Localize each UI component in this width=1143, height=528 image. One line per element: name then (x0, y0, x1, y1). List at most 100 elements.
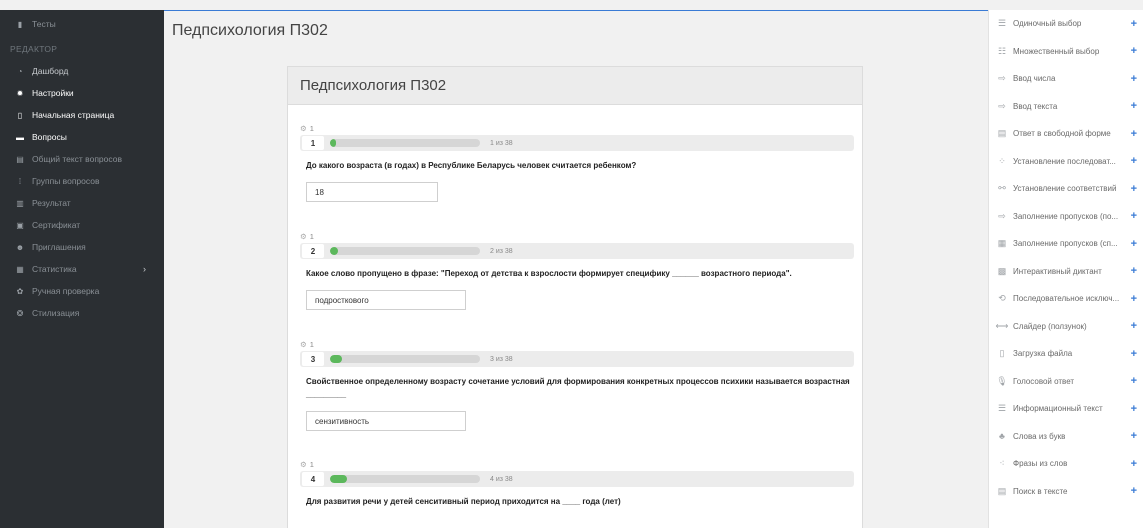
sidebar: ▮ Тесты РЕДАКТОР ◔ Дашборд ✹ Настройки ▯… (0, 10, 164, 528)
plus-icon[interactable]: + (1131, 458, 1137, 470)
sidebar-item-result[interactable]: ▥ Результат (0, 192, 164, 214)
sidebar-section-editor: РЕДАКТОР (10, 44, 58, 54)
match-icon: ⚯ (998, 183, 1006, 194)
question-of-total: 4 из 38 (490, 475, 513, 483)
question-number: 1 (302, 136, 324, 150)
page-icon: ▯ (17, 110, 23, 120)
letters-icon: ♣ (999, 431, 1005, 442)
question-text: Для развития речи у детей сенситивный пе… (306, 497, 621, 506)
add-fill-gaps[interactable]: ⇨ Заполнение пропусков (по... + (989, 203, 1143, 231)
add-exclusion[interactable]: ⟲ Последовательное исключ... + (989, 285, 1143, 313)
add-text-input[interactable]: ⇨ Ввод текста + (989, 93, 1143, 121)
add-phrases[interactable]: ⁖ Фразы из слов + (989, 450, 1143, 478)
question-progress (330, 475, 480, 483)
points-icon: ⚙ (300, 123, 307, 133)
add-fill-gaps-list[interactable]: ▦ Заполнение пропусков (сп... + (989, 230, 1143, 258)
plus-icon[interactable]: + (1131, 183, 1137, 195)
sequence-icon: ⁘ (998, 155, 1006, 166)
plus-icon[interactable]: + (1131, 155, 1137, 167)
question-progress (330, 247, 480, 255)
sidebar-item-invitations[interactable]: ☻ Приглашения (0, 236, 164, 258)
sidebar-item-common-text[interactable]: ▤ Общий текст вопросов (0, 148, 164, 170)
add-sequence[interactable]: ⁘ Установление последоват... + (989, 148, 1143, 176)
sidebar-item-tests[interactable]: ▮ Тесты (0, 10, 164, 38)
dashboard-icon: ◔ (17, 66, 23, 76)
question-of-total: 2 из 38 (490, 247, 513, 255)
add-number-input[interactable]: ⇨ Ввод числа + (989, 65, 1143, 93)
plus-icon[interactable]: + (1131, 100, 1137, 112)
plus-icon[interactable]: + (1131, 485, 1137, 497)
question-block: ⚙ 1 3 3 из 38 Свойственное определенному … (300, 337, 854, 431)
add-info-text[interactable]: ☰ Информационный текст + (989, 395, 1143, 423)
add-single-choice[interactable]: ☰ Одиночный выбор + (989, 10, 1143, 38)
fill-gaps-list-icon: ▦ (997, 238, 1007, 249)
sidebar-item-label: Статистика (32, 264, 77, 274)
plus-icon[interactable]: + (1131, 293, 1137, 305)
sidebar-item-certificate[interactable]: ▣ Сертификат (0, 214, 164, 236)
plus-icon[interactable]: + (1131, 430, 1137, 442)
sidebar-item-styling[interactable]: ❂ Стилизация (0, 302, 164, 324)
sidebar-item-dashboard[interactable]: ◔ Дашборд (0, 60, 164, 82)
dictation-icon: ▩ (997, 265, 1007, 276)
add-multiple-choice[interactable]: ☷ Множественный выбор + (989, 38, 1143, 66)
tests-icon: ▮ (17, 19, 23, 29)
plus-icon[interactable]: + (1131, 320, 1137, 332)
progress-fill (330, 475, 347, 483)
sidebar-item-statistics[interactable]: ▦ Статистика › (0, 258, 164, 280)
gear-icon: ✹ (16, 88, 24, 98)
question-header-bar[interactable]: 1 1 из 38 (300, 135, 854, 151)
question-types-panel: ☰ Одиночный выбор + ☷ Множественный выбор + … (988, 10, 1143, 528)
sidebar-item-question-groups[interactable]: ⁞ Группы вопросов (0, 170, 164, 192)
microphone-icon: 🎙 (996, 375, 1008, 386)
answer-field[interactable]: 18 (306, 182, 438, 202)
plus-icon[interactable]: + (1131, 403, 1137, 415)
add-dictation[interactable]: ▩ Интерактивный диктант + (989, 258, 1143, 286)
add-free-form[interactable]: ▤ Ответ в свободной форме + (989, 120, 1143, 148)
certificate-icon: ▣ (16, 220, 24, 230)
add-text-search[interactable]: ▤ Поиск в тексте + (989, 478, 1143, 506)
question-text: Свойственное определенному возрасту соче… (306, 377, 850, 399)
sidebar-item-label: Тесты (32, 19, 56, 29)
points-icon: ⚙ (300, 231, 307, 241)
question-progress (330, 139, 480, 147)
add-letters-words[interactable]: ♣ Слова из букв + (989, 423, 1143, 451)
top-accent-line (164, 10, 988, 11)
add-matching[interactable]: ⚯ Установление соответствий + (989, 175, 1143, 203)
add-voice-answer[interactable]: 🎙 Голосовой ответ + (989, 368, 1143, 396)
question-number: 3 (302, 352, 324, 366)
plus-icon[interactable]: + (1131, 238, 1137, 250)
plus-icon[interactable]: + (1131, 45, 1137, 57)
question-progress (330, 355, 480, 363)
add-file-upload[interactable]: ▯ Загрузка файла + (989, 340, 1143, 368)
sidebar-item-manual-check[interactable]: ✿ Ручная проверка (0, 280, 164, 302)
document-icon: ▤ (16, 154, 24, 164)
plus-icon[interactable]: + (1131, 128, 1137, 140)
answer-field[interactable]: сензитивность (306, 411, 466, 431)
file-upload-icon: ▯ (999, 348, 1005, 359)
progress-fill (330, 139, 336, 147)
info-text-icon: ☰ (997, 403, 1007, 414)
style-icon: ❂ (16, 308, 24, 318)
plus-icon[interactable]: + (1131, 375, 1137, 387)
sidebar-item-settings[interactable]: ✹ Настройки (0, 82, 164, 104)
question-header-bar[interactable]: 2 2 из 38 (300, 243, 854, 259)
bar-chart-icon: ▥ (16, 198, 24, 208)
multiple-choice-icon: ☷ (997, 45, 1007, 56)
question-header-bar[interactable]: 4 4 из 38 (300, 471, 854, 487)
plus-icon[interactable]: + (1131, 210, 1137, 222)
plus-icon[interactable]: + (1131, 73, 1137, 85)
manual-check-icon: ✿ (16, 286, 24, 296)
question-text: Какое слово пропущено в фразе: "Переход … (306, 269, 792, 278)
text-input-icon: ⇨ (998, 100, 1006, 111)
sidebar-item-start-page[interactable]: ▯ Начальная страница (0, 104, 164, 126)
plus-icon[interactable]: + (1131, 348, 1137, 360)
plus-icon[interactable]: + (1131, 18, 1137, 30)
plus-icon[interactable]: + (1131, 265, 1137, 277)
sidebar-item-label: Приглашения (32, 242, 86, 252)
answer-field[interactable]: подросткового (306, 290, 466, 310)
fill-gaps-icon: ⇨ (998, 210, 1006, 221)
question-header-bar[interactable]: 3 3 из 38 (300, 351, 854, 367)
sidebar-item-questions[interactable]: ▬ Вопросы (0, 126, 164, 148)
invite-icon: ☻ (15, 242, 25, 252)
add-slider[interactable]: ⟷ Слайдер (ползунок) + (989, 313, 1143, 341)
